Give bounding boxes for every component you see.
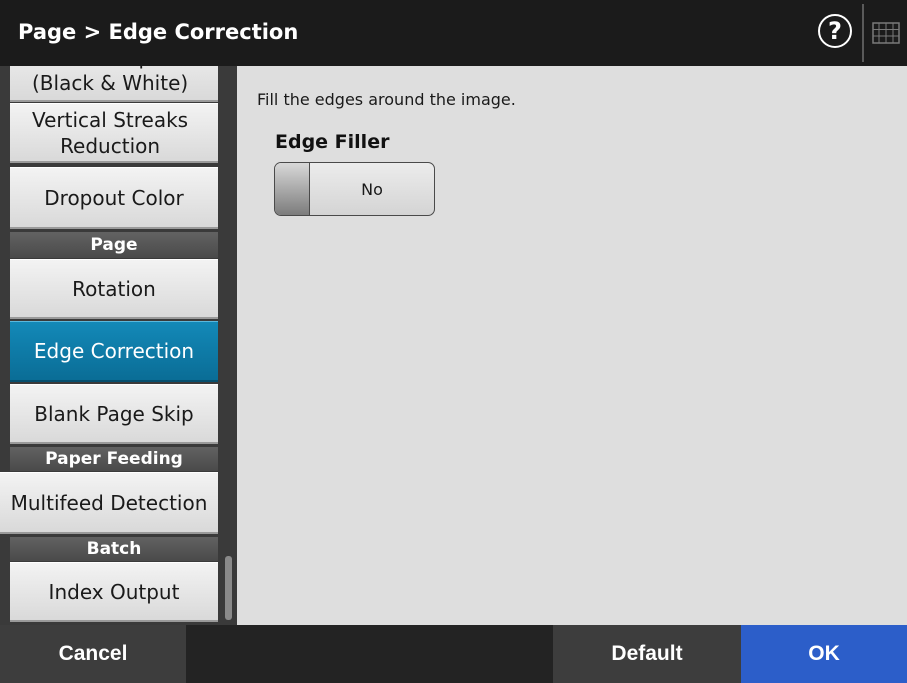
cancel-button[interactable]: Cancel — [0, 625, 186, 683]
sidebar-item-label: Edge Correction — [33, 339, 195, 363]
section-header-page: Page — [10, 232, 218, 258]
settings-panel: Fill the edges around the image. Edge Fi… — [237, 66, 907, 625]
sidebar-item-dropout-color[interactable]: Dropout Color — [10, 167, 218, 229]
settings-sidebar[interactable]: Cleanup (Black & White) Vertical Streaks… — [0, 66, 237, 625]
footer-bar: Cancel Default OK — [0, 625, 907, 683]
sidebar-item-label: Blank Page Skip — [34, 401, 194, 426]
sidebar-item-label: Rotation — [72, 276, 156, 301]
sidebar-item-rotation[interactable]: Rotation — [10, 259, 218, 319]
sidebar-item-blank-page-skip[interactable]: Blank Page Skip — [10, 384, 218, 444]
sidebar-item-label: Cleanup (Black & White) — [32, 66, 189, 95]
edge-filler-toggle[interactable]: No — [274, 162, 435, 216]
title-bar: Page > Edge Correction ? — [0, 0, 907, 66]
sidebar-item-edge-correction[interactable]: Edge Correction — [10, 321, 218, 382]
sidebar-item-index-output[interactable]: Index Output — [10, 562, 218, 622]
toggle-knob[interactable] — [275, 163, 310, 215]
setting-description: Fill the edges around the image. — [257, 90, 516, 109]
sidebar-item-multifeed-detection[interactable]: Multifeed Detection — [0, 472, 218, 534]
section-header-batch: Batch — [10, 537, 218, 561]
sidebar-item-cleanup[interactable]: Cleanup (Black & White) — [10, 66, 218, 102]
help-button[interactable]: ? — [818, 14, 852, 48]
question-circle-icon: ? — [828, 17, 842, 45]
ok-button[interactable]: OK — [741, 625, 907, 683]
sidebar-item-label: Dropout Color — [44, 185, 184, 210]
default-button[interactable]: Default — [553, 625, 741, 683]
section-header-paper-feeding: Paper Feeding — [10, 447, 218, 471]
sidebar-item-label: Vertical Streaks Reduction — [32, 107, 189, 158]
keyboard-icon[interactable] — [872, 22, 900, 44]
page-title: Page > Edge Correction — [18, 20, 299, 44]
toggle-value: No — [361, 179, 383, 199]
sidebar-scrollbar[interactable] — [225, 556, 232, 620]
header-divider — [862, 4, 864, 62]
edge-filler-label: Edge Filler — [275, 131, 390, 153]
sidebar-item-label: Multifeed Detection — [10, 490, 208, 515]
sidebar-item-vertical-streaks-reduction[interactable]: Vertical Streaks Reduction — [10, 103, 218, 163]
sidebar-item-label: Index Output — [48, 579, 180, 604]
